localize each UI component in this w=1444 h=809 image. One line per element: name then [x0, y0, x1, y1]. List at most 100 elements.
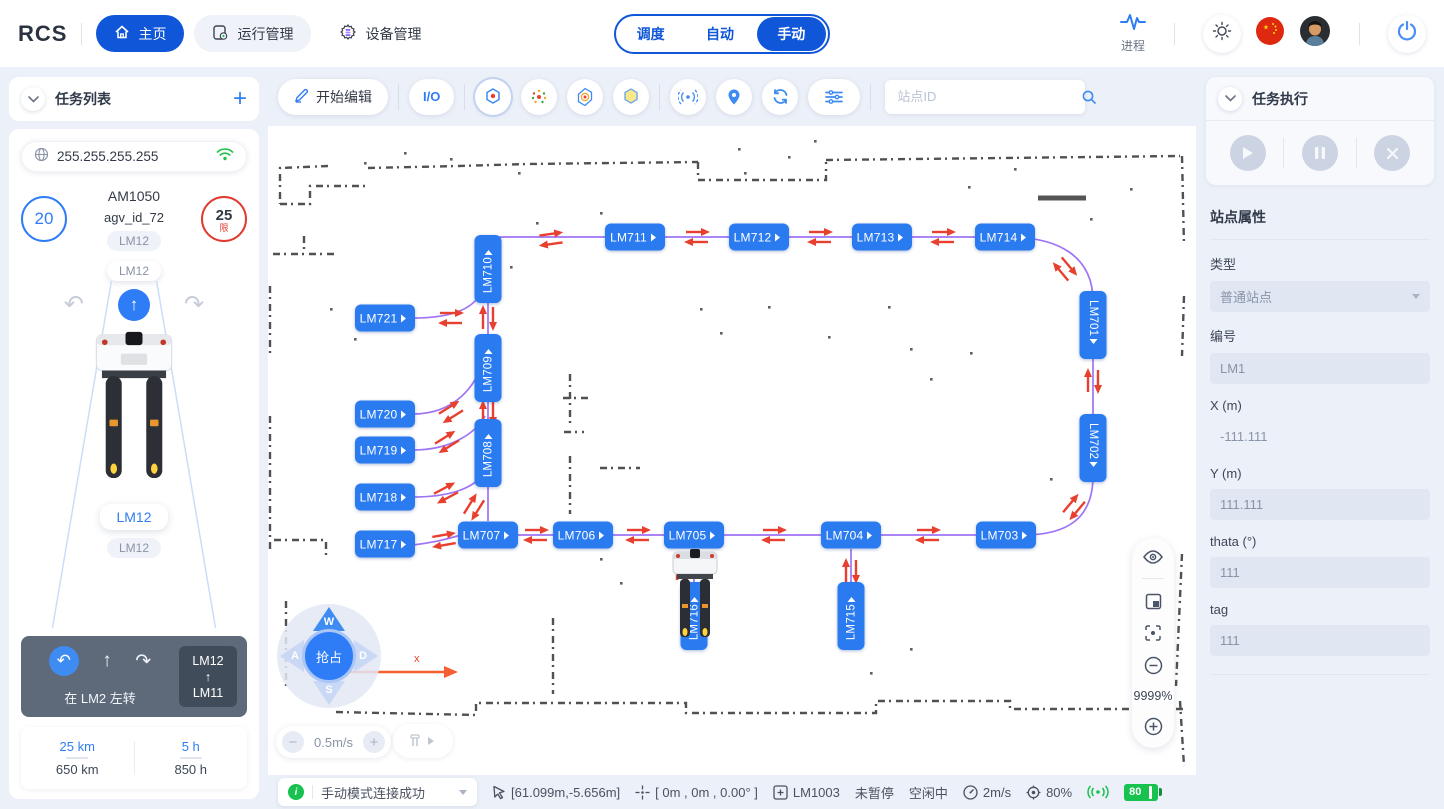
theta-input[interactable]: 111	[1210, 557, 1430, 588]
power-button[interactable]	[1388, 15, 1426, 53]
speed-indicator: 20	[21, 196, 67, 242]
filter-button[interactable]	[808, 79, 860, 115]
battery-percent: 80	[1129, 786, 1141, 798]
center-focus-button[interactable]	[1144, 624, 1162, 642]
nav-item-operations[interactable]: 运行管理	[194, 15, 311, 52]
station-search-input[interactable]	[897, 89, 1073, 104]
topbar-right: 进程	[1120, 13, 1426, 54]
crosshair-icon	[635, 785, 650, 800]
joystick-right-button[interactable]: D	[354, 640, 378, 672]
layer-points-button[interactable]	[521, 79, 557, 115]
station-LM712[interactable]: LM712	[729, 224, 789, 251]
io-button[interactable]: I/O	[409, 79, 454, 115]
code-input[interactable]: LM1	[1210, 353, 1430, 384]
x-value: -111.111	[1210, 421, 1430, 452]
agv-robot-marker[interactable]	[672, 546, 718, 651]
manual-joystick[interactable]: W A S D 抢占	[277, 604, 381, 708]
station-LM704[interactable]: LM704	[821, 522, 881, 549]
pause-button[interactable]	[1302, 135, 1338, 171]
lidar-button[interactable]	[670, 79, 706, 115]
joystick-seize-button[interactable]: 抢占	[302, 629, 356, 683]
station-LM711[interactable]: LM711	[605, 224, 665, 251]
nav-item-home[interactable]: 主页	[96, 15, 184, 52]
mode-option-manual[interactable]: 手动	[757, 17, 826, 51]
station-LM709[interactable]: LM709	[475, 334, 502, 402]
task-execution-card: 任务执行	[1206, 77, 1434, 185]
cursor-icon	[492, 785, 506, 800]
minimap-button[interactable]	[1145, 593, 1162, 610]
divider	[1359, 23, 1360, 45]
task-controls	[1206, 121, 1434, 185]
speed-status: 2m/s	[963, 785, 1011, 800]
locate-button[interactable]	[716, 79, 752, 115]
station-LM705[interactable]: LM705	[664, 522, 724, 549]
hexagon-rings-icon	[575, 87, 595, 107]
battery-indicator: 80	[1124, 784, 1162, 801]
nav-item-label: 运行管理	[237, 24, 293, 44]
turn-left-icon[interactable]: ↶	[64, 293, 84, 317]
joystick-left-button[interactable]: A	[280, 640, 304, 672]
add-task-button[interactable]: +	[233, 89, 247, 109]
main-nav: 主页 运行管理 设备管理	[96, 15, 439, 52]
station-LM713[interactable]: LM713	[852, 224, 912, 251]
direction-controls: ↶ ↑ ↷	[64, 289, 204, 321]
joystick-up-button[interactable]: W	[313, 607, 345, 631]
forward-button[interactable]: ↑	[118, 289, 150, 321]
process-button[interactable]: 进程	[1120, 13, 1146, 54]
map-canvas[interactable]: x LM710LM711LM712LM713LM714LM701LM702LM7…	[268, 126, 1196, 775]
collapse-button[interactable]	[21, 87, 45, 111]
search-icon[interactable]	[1081, 89, 1097, 105]
type-select[interactable]: 普通站点	[1210, 281, 1430, 312]
station-LM710[interactable]: LM710	[475, 235, 502, 303]
station-LM717[interactable]: LM717	[355, 531, 415, 558]
tag-input[interactable]: 111	[1210, 625, 1430, 656]
station-LM706[interactable]: LM706	[553, 522, 613, 549]
visibility-button[interactable]	[1143, 550, 1163, 564]
station-LM714[interactable]: LM714	[975, 224, 1035, 251]
mode-message-select[interactable]: i 手动模式连接成功	[278, 778, 477, 806]
layer-stations-button[interactable]	[475, 79, 511, 115]
layer-rings-button[interactable]	[567, 79, 603, 115]
layer-zones-button[interactable]	[613, 79, 649, 115]
zoom-in-button[interactable]	[1144, 717, 1163, 736]
station-LM720[interactable]: LM720	[355, 401, 415, 428]
zoom-out-button[interactable]	[1144, 656, 1163, 675]
vehicle-ip-field[interactable]: 255.255.255.255	[21, 141, 247, 172]
station-LM708[interactable]: LM708	[475, 419, 502, 487]
vehicle-visual: ↶ ↑ ↷	[21, 281, 247, 628]
mode-option-auto[interactable]: 自动	[685, 24, 754, 44]
station-LM719[interactable]: LM719	[355, 437, 415, 464]
speed-decrease-button[interactable]: −	[282, 731, 304, 753]
cancel-button[interactable]	[1374, 135, 1410, 171]
language-flag[interactable]	[1255, 16, 1285, 51]
start-edit-button[interactable]: 开始编辑	[278, 79, 388, 115]
turn-right-icon[interactable]: ↷	[184, 293, 204, 317]
divider	[1174, 23, 1175, 45]
station-LM702[interactable]: LM702	[1080, 414, 1107, 482]
field-theta: thata (°) 111	[1210, 534, 1430, 588]
station-LM718[interactable]: LM718	[355, 484, 415, 511]
process-label: 进程	[1121, 37, 1145, 54]
station-LM721[interactable]: LM721	[355, 305, 415, 332]
collapse-button[interactable]	[1218, 87, 1242, 111]
joystick-down-button[interactable]: S	[313, 681, 345, 705]
station-LM715[interactable]: LM715	[838, 582, 865, 650]
fork-control[interactable]	[393, 724, 453, 758]
straight-icon: ↑	[102, 650, 112, 672]
theme-button[interactable]	[1203, 15, 1241, 53]
refresh-button[interactable]	[762, 79, 798, 115]
station-LM701[interactable]: LM701	[1080, 291, 1107, 359]
vehicle-card[interactable]: 255.255.255.255 20 AM1050 agv_id_72 LM12…	[9, 129, 259, 799]
mode-option-dispatch[interactable]: 调度	[616, 24, 685, 44]
play-button[interactable]	[1230, 135, 1266, 171]
y-input[interactable]: 111.111	[1210, 489, 1430, 520]
field-tag: tag 111	[1210, 602, 1430, 656]
nav-item-devices[interactable]: 设备管理	[321, 15, 439, 52]
station-LM707[interactable]: LM707	[458, 522, 518, 549]
field-x: X (m) -111.111	[1210, 398, 1430, 452]
station-LM703[interactable]: LM703	[976, 522, 1036, 549]
mode-toggle: 调度 自动 手动	[614, 14, 830, 54]
station-tag: LM12	[107, 231, 161, 251]
user-avatar[interactable]	[1299, 15, 1331, 52]
speed-increase-button[interactable]: +	[363, 731, 385, 753]
